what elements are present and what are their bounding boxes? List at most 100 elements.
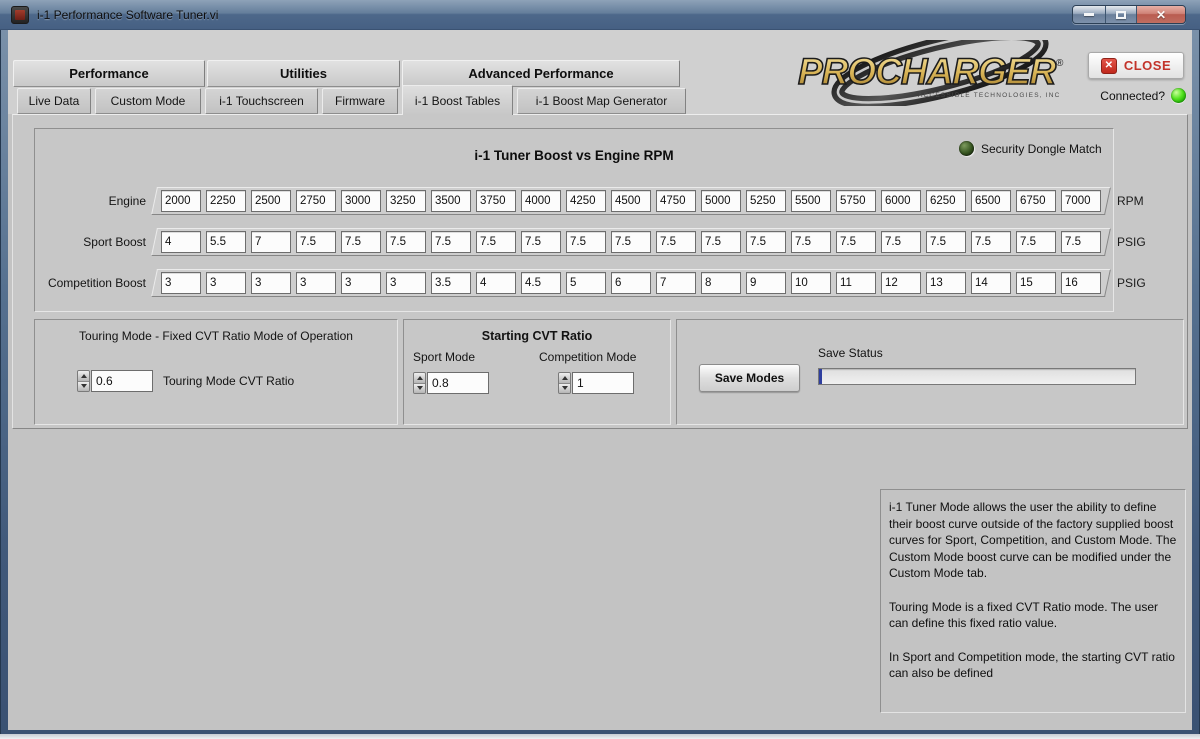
touring-cvt-field[interactable]: 0.6 bbox=[91, 370, 153, 392]
row-strip-competition-boost: 3 3 3 3 3 3 3.5 4 4.5 5 6 7 8 9 10 11 12 13 14 15 16 bbox=[154, 269, 1108, 297]
engine-cell-17[interactable]: 6250 bbox=[926, 190, 966, 212]
starting-cvt-box: Starting CVT Ratio Sport Mode Competitio… bbox=[403, 319, 671, 425]
competition-cvt-decrement[interactable] bbox=[559, 383, 570, 393]
engine-cell-16[interactable]: 6000 bbox=[881, 190, 921, 212]
competition-boost-cell-5[interactable]: 3 bbox=[386, 272, 426, 294]
sport-cvt-decrement[interactable] bbox=[414, 383, 425, 393]
sport-boost-cell-3[interactable]: 7.5 bbox=[296, 231, 336, 253]
engine-cell-10[interactable]: 4500 bbox=[611, 190, 651, 212]
sport-cvt-increment[interactable] bbox=[414, 373, 425, 384]
engine-cell-12[interactable]: 5000 bbox=[701, 190, 741, 212]
sport-boost-cell-6[interactable]: 7.5 bbox=[431, 231, 471, 253]
engine-cell-1[interactable]: 2250 bbox=[206, 190, 246, 212]
engine-cell-5[interactable]: 3250 bbox=[386, 190, 426, 212]
subtab-live-data[interactable]: Live Data bbox=[17, 88, 91, 114]
sport-cvt-field[interactable]: 0.8 bbox=[427, 372, 489, 394]
row-label-competition-boost: Competition Boost bbox=[47, 276, 146, 290]
engine-cell-2[interactable]: 2500 bbox=[251, 190, 291, 212]
engine-cell-9[interactable]: 4250 bbox=[566, 190, 606, 212]
competition-boost-cell-9[interactable]: 5 bbox=[566, 272, 606, 294]
competition-boost-cell-13[interactable]: 9 bbox=[746, 272, 786, 294]
subtab-i-1-touchscreen[interactable]: i-1 Touchscreen bbox=[205, 88, 318, 114]
engine-cell-3[interactable]: 2750 bbox=[296, 190, 336, 212]
competition-boost-cell-0[interactable]: 3 bbox=[161, 272, 201, 294]
competition-boost-cell-15[interactable]: 11 bbox=[836, 272, 876, 294]
competition-boost-cell-16[interactable]: 12 bbox=[881, 272, 921, 294]
security-dongle-led-icon bbox=[959, 141, 974, 156]
subtab-firmware[interactable]: Firmware bbox=[322, 88, 398, 114]
competition-cvt-increment[interactable] bbox=[559, 373, 570, 384]
tab-advanced-performance[interactable]: Advanced Performance bbox=[402, 60, 680, 87]
competition-boost-cell-19[interactable]: 15 bbox=[1016, 272, 1056, 294]
competition-boost-cell-1[interactable]: 3 bbox=[206, 272, 246, 294]
touring-cvt-increment[interactable] bbox=[78, 371, 89, 382]
engine-cell-6[interactable]: 3500 bbox=[431, 190, 471, 212]
engine-cell-19[interactable]: 6750 bbox=[1016, 190, 1056, 212]
competition-boost-cell-2[interactable]: 3 bbox=[251, 272, 291, 294]
engine-cell-0[interactable]: 2000 bbox=[161, 190, 201, 212]
competition-boost-cell-18[interactable]: 14 bbox=[971, 272, 1011, 294]
sport-boost-cell-17[interactable]: 7.5 bbox=[926, 231, 966, 253]
engine-cell-18[interactable]: 6500 bbox=[971, 190, 1011, 212]
sport-boost-cell-15[interactable]: 7.5 bbox=[836, 231, 876, 253]
window-close-button[interactable]: ✕ bbox=[1137, 6, 1185, 23]
sport-boost-cell-7[interactable]: 7.5 bbox=[476, 231, 516, 253]
sport-boost-cell-18[interactable]: 7.5 bbox=[971, 231, 1011, 253]
close-red-x-icon: ✕ bbox=[1100, 57, 1117, 74]
competition-boost-cell-4[interactable]: 3 bbox=[341, 272, 381, 294]
sport-boost-cell-5[interactable]: 7.5 bbox=[386, 231, 426, 253]
maximize-button[interactable] bbox=[1106, 6, 1137, 23]
sport-boost-cell-0[interactable]: 4 bbox=[161, 231, 201, 253]
logo-tagline: ACCESSIBLE TECHNOLOGIES, INC bbox=[918, 92, 1061, 99]
sport-boost-cell-8[interactable]: 7.5 bbox=[521, 231, 561, 253]
engine-cell-13[interactable]: 5250 bbox=[746, 190, 786, 212]
sport-boost-cell-4[interactable]: 7.5 bbox=[341, 231, 381, 253]
subtab-custom-mode[interactable]: Custom Mode bbox=[95, 88, 201, 114]
sport-boost-cell-14[interactable]: 7.5 bbox=[791, 231, 831, 253]
engine-cell-15[interactable]: 5750 bbox=[836, 190, 876, 212]
sport-boost-cell-20[interactable]: 7.5 bbox=[1061, 231, 1101, 253]
competition-boost-cell-7[interactable]: 4 bbox=[476, 272, 516, 294]
engine-cell-11[interactable]: 4750 bbox=[656, 190, 696, 212]
save-modes-button[interactable]: Save Modes bbox=[699, 364, 800, 392]
boost-table-title: i-1 Tuner Boost vs Engine RPM bbox=[474, 148, 674, 163]
row-unit-sport-boost: PSIG bbox=[1117, 235, 1146, 249]
competition-boost-cell-17[interactable]: 13 bbox=[926, 272, 966, 294]
sport-boost-cell-16[interactable]: 7.5 bbox=[881, 231, 921, 253]
boost-row-engine: Engine 2000 2250 2500 2750 3000 3250 3500 3750 40… bbox=[35, 187, 1200, 215]
competition-cvt-field[interactable]: 1 bbox=[572, 372, 634, 394]
engine-cell-4[interactable]: 3000 bbox=[341, 190, 381, 212]
competition-boost-cell-14[interactable]: 10 bbox=[791, 272, 831, 294]
sport-boost-cell-13[interactable]: 7.5 bbox=[746, 231, 786, 253]
sport-boost-cell-10[interactable]: 7.5 bbox=[611, 231, 651, 253]
sport-boost-cell-12[interactable]: 7.5 bbox=[701, 231, 741, 253]
engine-cell-7[interactable]: 3750 bbox=[476, 190, 516, 212]
subtab-i-1-boost-map-generator[interactable]: i-1 Boost Map Generator bbox=[517, 88, 686, 114]
competition-boost-cell-10[interactable]: 6 bbox=[611, 272, 651, 294]
sport-boost-cell-11[interactable]: 7.5 bbox=[656, 231, 696, 253]
competition-boost-cell-8[interactable]: 4.5 bbox=[521, 272, 561, 294]
touring-cvt-decrement[interactable] bbox=[78, 381, 89, 391]
sport-boost-cell-19[interactable]: 7.5 bbox=[1016, 231, 1056, 253]
subtab-i-1-boost-tables[interactable]: i-1 Boost Tables bbox=[402, 85, 513, 115]
sport-boost-cell-1[interactable]: 5.5 bbox=[206, 231, 246, 253]
competition-boost-cell-20[interactable]: 16 bbox=[1061, 272, 1101, 294]
down-arrow-icon bbox=[416, 386, 423, 391]
competition-boost-cell-6[interactable]: 3.5 bbox=[431, 272, 471, 294]
close-x-icon: ✕ bbox=[1155, 7, 1167, 22]
sport-boost-cell-2[interactable]: 7 bbox=[251, 231, 291, 253]
engine-cell-8[interactable]: 4000 bbox=[521, 190, 561, 212]
save-status-progress-bar bbox=[818, 368, 1136, 385]
sport-boost-cell-9[interactable]: 7.5 bbox=[566, 231, 606, 253]
competition-boost-cell-11[interactable]: 7 bbox=[656, 272, 696, 294]
engine-cell-20[interactable]: 7000 bbox=[1061, 190, 1101, 212]
tab-utilities[interactable]: Utilities bbox=[207, 60, 400, 87]
minimize-button[interactable] bbox=[1073, 6, 1106, 23]
competition-boost-cell-3[interactable]: 3 bbox=[296, 272, 336, 294]
tab-performance[interactable]: Performance bbox=[13, 60, 205, 87]
security-dongle-label: Security Dongle Match bbox=[981, 141, 1102, 156]
close-button[interactable]: ✕ CLOSE bbox=[1088, 52, 1184, 79]
competition-cvt-control: 1 bbox=[558, 372, 634, 394]
engine-cell-14[interactable]: 5500 bbox=[791, 190, 831, 212]
competition-boost-cell-12[interactable]: 8 bbox=[701, 272, 741, 294]
